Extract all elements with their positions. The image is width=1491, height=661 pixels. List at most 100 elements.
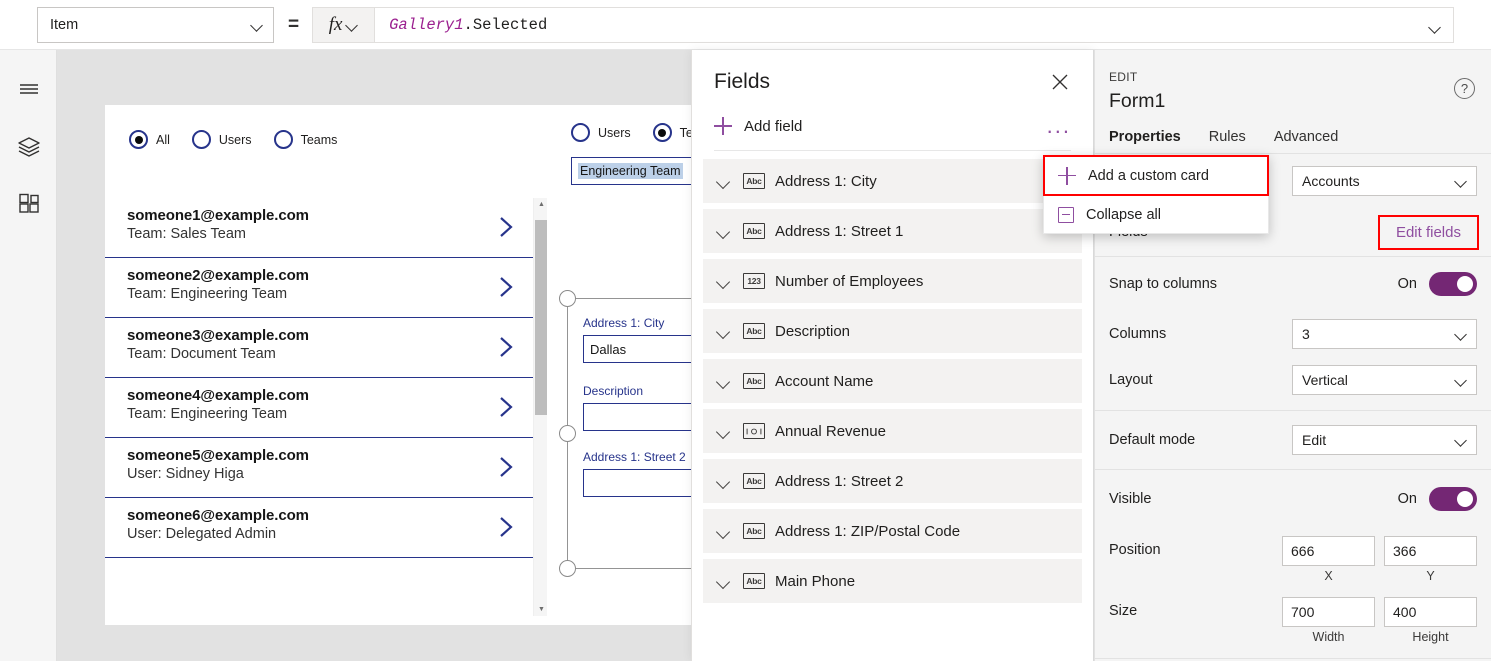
chevron-right-icon[interactable] [497, 514, 515, 540]
chevron-down-icon[interactable] [717, 524, 731, 538]
chevron-down-icon [1455, 328, 1467, 340]
radio-option-all[interactable]: All [129, 130, 170, 149]
sidebar-item-menu[interactable] [0, 60, 57, 118]
type-currency-icon [743, 423, 765, 439]
list-item-title: someone2@example.com [127, 267, 533, 284]
chevron-right-icon[interactable] [497, 214, 515, 240]
list-item[interactable]: someone4@example.com Team: Engineering T… [105, 378, 533, 438]
help-icon[interactable]: ? [1454, 78, 1475, 99]
list-item-title: someone6@example.com [127, 507, 533, 524]
chevron-down-icon [1455, 374, 1467, 386]
chevron-down-icon [346, 19, 358, 31]
list-item[interactable]: someone2@example.com Team: Engineering T… [105, 258, 533, 318]
radio-label: Users [598, 126, 631, 140]
field-row[interactable]: Abc Account Name [703, 359, 1082, 403]
close-icon[interactable] [1049, 71, 1071, 93]
selection-handle-middle[interactable] [559, 425, 576, 442]
menu-item-label: Collapse all [1086, 207, 1161, 223]
menu-item-add-custom-card[interactable]: Add a custom card [1044, 156, 1268, 195]
chevron-right-icon[interactable] [497, 454, 515, 480]
chevron-down-icon[interactable] [717, 324, 731, 338]
size-height-input[interactable]: 400 [1384, 597, 1477, 627]
add-field-button[interactable]: Add field ... [692, 102, 1093, 150]
data-source-dropdown[interactable]: Accounts [1292, 166, 1477, 196]
close-glyph [1049, 71, 1071, 93]
layout-dropdown[interactable]: Vertical [1292, 365, 1477, 395]
type-text-icon: Abc [743, 523, 765, 539]
position-y-input[interactable]: 366 [1384, 536, 1477, 566]
hamburger-menu-icon [16, 76, 42, 102]
selection-handle-bottom[interactable] [559, 560, 576, 577]
sidebar-item-tree-view[interactable] [0, 118, 57, 176]
field-row[interactable]: Abc Address 1: City [703, 159, 1082, 203]
field-label: Description [775, 323, 850, 340]
selection-handle-top[interactable] [559, 290, 576, 307]
scroll-down-icon[interactable]: ▼ [538, 606, 545, 613]
gallery-scrollbar[interactable]: ▲ ▼ [533, 198, 547, 616]
formula-token-property: .Selected [464, 16, 548, 34]
field-label: Address 1: Street 1 [775, 223, 903, 240]
chevron-down-icon[interactable] [717, 174, 731, 188]
tab-rules[interactable]: Rules [1209, 129, 1246, 153]
list-item[interactable]: someone1@example.com Team: Sales Team [105, 198, 533, 258]
chevron-right-icon[interactable] [497, 274, 515, 300]
chevron-right-icon[interactable] [497, 334, 515, 360]
position-y-caption: Y [1384, 569, 1477, 583]
field-row[interactable]: Abc Address 1: Street 2 [703, 459, 1082, 503]
type-text-icon: Abc [743, 323, 765, 339]
radio-label: All [156, 133, 170, 147]
chevron-down-icon[interactable] [717, 574, 731, 588]
equals-sign: = [288, 14, 299, 36]
property-dropdown[interactable]: Item [37, 7, 274, 43]
columns-dropdown[interactable]: 3 [1292, 319, 1477, 349]
radio-option-teams[interactable]: Teams [274, 130, 338, 149]
tab-properties[interactable]: Properties [1109, 129, 1181, 153]
columns-label: Columns [1109, 326, 1292, 342]
field-row[interactable]: Abc Address 1: ZIP/Postal Code [703, 509, 1082, 553]
type-text-icon: Abc [743, 223, 765, 239]
chevron-down-icon[interactable] [717, 374, 731, 388]
field-label: Number of Employees [775, 273, 923, 290]
field-row[interactable]: 123 Number of Employees [703, 259, 1082, 303]
sidebar-item-insert[interactable] [0, 176, 57, 234]
chevron-down-icon[interactable] [717, 424, 731, 438]
chevron-down-icon[interactable] [717, 224, 731, 238]
menu-item-label: Add a custom card [1088, 168, 1209, 184]
menu-item-collapse-all[interactable]: Collapse all [1044, 195, 1268, 234]
field-row[interactable]: Abc Main Phone [703, 559, 1082, 603]
position-x-input[interactable]: 666 [1282, 536, 1375, 566]
snap-to-columns-state: On [1398, 276, 1417, 292]
radio-option-users-2[interactable]: Users [571, 123, 631, 142]
list-item[interactable]: someone5@example.com User: Sidney Higa [105, 438, 533, 498]
visible-toggle[interactable] [1429, 487, 1477, 511]
scroll-up-icon[interactable]: ▲ [538, 201, 545, 208]
chevron-down-icon[interactable] [717, 274, 731, 288]
radio-circle-icon [192, 130, 211, 149]
list-item[interactable]: someone3@example.com Team: Document Team [105, 318, 533, 378]
field-row[interactable]: Abc Description [703, 309, 1082, 353]
size-width-input[interactable]: 700 [1282, 597, 1375, 627]
add-field-label: Add field [744, 118, 1047, 135]
field-row[interactable]: Annual Revenue [703, 409, 1082, 453]
formula-input[interactable]: Gallery1.Selected [374, 7, 1454, 43]
type-text-icon: Abc [743, 173, 765, 189]
list-item[interactable]: someone6@example.com User: Delegated Adm… [105, 498, 533, 558]
default-mode-dropdown[interactable]: Edit [1292, 425, 1477, 455]
snap-to-columns-toggle[interactable] [1429, 272, 1477, 296]
overflow-menu-icon[interactable]: ... [1047, 121, 1071, 131]
tab-advanced[interactable]: Advanced [1274, 129, 1339, 153]
formula-expand-icon[interactable] [1429, 21, 1441, 33]
field-row[interactable]: Abc Address 1: Street 1 [703, 209, 1082, 253]
layout-value: Vertical [1302, 372, 1455, 388]
scrollbar-thumb[interactable] [535, 220, 547, 415]
chevron-down-icon[interactable] [717, 474, 731, 488]
list-item-subtitle: Team: Sales Team [127, 226, 533, 242]
fx-button[interactable]: fx [312, 7, 374, 43]
row-position: Position 666 X 366 Y [1095, 528, 1491, 583]
edit-fields-button[interactable]: Edit fields [1380, 217, 1477, 248]
power-apps-studio: Item = fx Gallery1.Selected [0, 0, 1491, 661]
fields-list: Abc Address 1: City Abc Address 1: Stree… [692, 151, 1093, 603]
radio-option-users[interactable]: Users [192, 130, 252, 149]
gallery-list[interactable]: someone1@example.com Team: Sales Team so… [105, 198, 533, 616]
chevron-right-icon[interactable] [497, 394, 515, 420]
